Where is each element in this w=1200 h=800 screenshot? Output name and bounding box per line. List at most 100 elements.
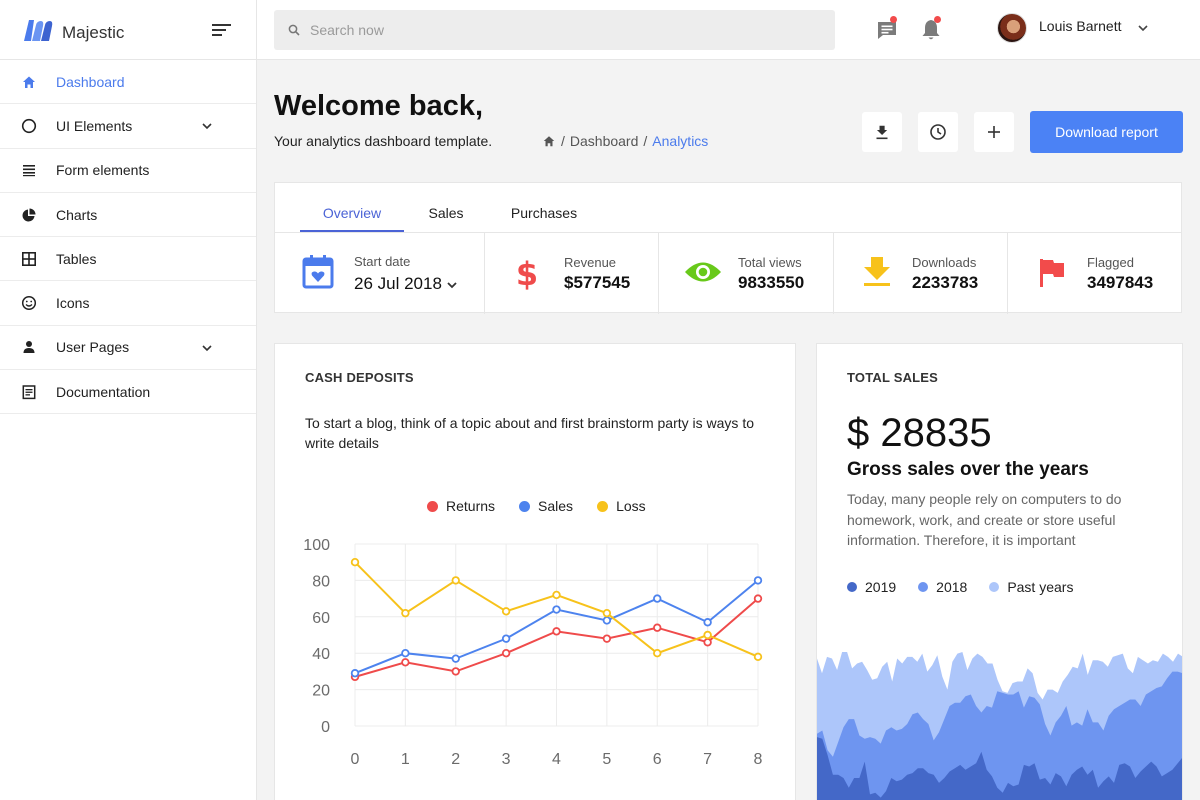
tab-sales[interactable]: Sales bbox=[404, 183, 488, 233]
legend-label: 2019 bbox=[865, 579, 897, 595]
sales-heading: Gross sales over the years bbox=[847, 459, 1089, 480]
home-icon bbox=[20, 73, 38, 91]
stat-flagged: Flagged 3497843 bbox=[1008, 233, 1181, 314]
tab-overview[interactable]: Overview bbox=[300, 183, 404, 233]
legend-label: Loss bbox=[616, 498, 646, 514]
plus-icon bbox=[988, 126, 1000, 138]
panel-title: TOTAL SALES bbox=[847, 370, 939, 385]
download-report-button[interactable]: Download report bbox=[1030, 111, 1183, 153]
data-point bbox=[451, 576, 460, 585]
legend-label: Returns bbox=[446, 498, 496, 514]
notifications-button[interactable] bbox=[917, 16, 945, 44]
y-tick-label: 100 bbox=[303, 537, 330, 554]
tab-purchases[interactable]: Purchases bbox=[488, 183, 600, 233]
area-chart-legend: 2019 2018 Past years bbox=[847, 579, 1097, 595]
data-point bbox=[552, 590, 561, 600]
x-tick-label: 6 bbox=[653, 751, 662, 768]
data-point bbox=[753, 652, 763, 662]
stat-downloads: Downloads 2233783 bbox=[834, 233, 1008, 314]
download-button[interactable] bbox=[862, 112, 902, 152]
legend-swatch bbox=[597, 500, 609, 512]
sidebar-item-dashboard[interactable]: Dashboard bbox=[0, 60, 256, 105]
sidebar-item-label: Form elements bbox=[56, 162, 150, 179]
data-point bbox=[350, 558, 360, 567]
breadcrumb-item[interactable]: Dashboard bbox=[570, 133, 639, 149]
user-name: Louis Barnett bbox=[1039, 18, 1122, 34]
tab-bar: Overview Sales Purchases bbox=[300, 183, 600, 233]
legend-item[interactable]: Past years bbox=[989, 579, 1073, 595]
dollar-icon: $ bbox=[516, 256, 538, 290]
add-button[interactable] bbox=[974, 112, 1014, 152]
menu-toggle-icon[interactable] bbox=[212, 22, 232, 38]
x-tick-label: 0 bbox=[351, 751, 360, 768]
breadcrumb: / Dashboard / Analytics bbox=[542, 133, 708, 149]
data-point bbox=[401, 608, 410, 618]
smiley-icon bbox=[20, 294, 38, 312]
topbar: Louis Barnett bbox=[257, 0, 1200, 60]
brand[interactable]: Majestic bbox=[0, 0, 256, 60]
data-point bbox=[653, 594, 662, 603]
sidebar-item-icons[interactable]: Icons bbox=[0, 281, 256, 326]
x-tick-label: 5 bbox=[602, 751, 611, 768]
sidebar-item-label: User Pages bbox=[56, 339, 130, 356]
history-button[interactable] bbox=[918, 112, 958, 152]
stat-label: Downloads bbox=[912, 255, 977, 270]
page-title: Welcome back, bbox=[274, 90, 484, 122]
legend-item[interactable]: 2019 bbox=[847, 579, 896, 595]
pie-chart-icon bbox=[20, 206, 38, 224]
cash-deposits-panel: CASH DEPOSITS To start a blog, think of … bbox=[274, 343, 796, 800]
download-icon bbox=[864, 257, 890, 286]
breadcrumb-separator: / bbox=[643, 133, 648, 149]
notification-dot bbox=[934, 16, 941, 23]
sidebar-item-tables[interactable]: Tables bbox=[0, 237, 256, 282]
sidebar-item-form-elements[interactable]: Form elements bbox=[0, 149, 256, 193]
legend-item[interactable]: 2018 bbox=[918, 579, 967, 595]
circle-icon bbox=[20, 117, 38, 135]
data-point bbox=[703, 630, 712, 640]
panel-description: To start a blog, think of a topic about … bbox=[305, 415, 754, 451]
legend-item[interactable]: Returns bbox=[427, 498, 495, 514]
calendar-icon bbox=[302, 255, 334, 289]
x-tick-label: 1 bbox=[401, 751, 410, 768]
breadcrumb-current[interactable]: Analytics bbox=[652, 133, 708, 149]
brand-name: Majestic bbox=[62, 22, 125, 42]
cash-deposits-line-chart: 0 20 40 60 80 100 0 1 2 3 4 5 6 7 8 bbox=[303, 537, 763, 768]
data-point bbox=[653, 648, 662, 658]
stat-value: 3497843 bbox=[1087, 273, 1154, 292]
legend-swatch bbox=[427, 500, 438, 512]
legend-item[interactable]: Sales bbox=[519, 498, 573, 514]
page-subtitle: Your analytics dashboard template. bbox=[274, 133, 493, 149]
chart-legend: Returns Sales Loss bbox=[427, 498, 670, 514]
start-date-value[interactable]: 26 Jul 2018 bbox=[354, 274, 442, 294]
search-input[interactable] bbox=[310, 22, 790, 38]
stats-row: Start date 26 Jul 2018 $ Revenue $577545… bbox=[275, 232, 1181, 314]
sidebar-item-ui-elements[interactable]: UI Elements bbox=[0, 104, 256, 149]
legend-swatch bbox=[519, 500, 531, 512]
data-point bbox=[753, 576, 763, 585]
user-menu[interactable]: Louis Barnett bbox=[997, 13, 1150, 43]
sidebar-item-label: Tables bbox=[56, 250, 97, 267]
sidebar-item-label: UI Elements bbox=[56, 117, 133, 134]
brand-logo-icon bbox=[24, 19, 53, 41]
messages-button[interactable] bbox=[874, 16, 902, 44]
stat-start-date[interactable]: Start date 26 Jul 2018 bbox=[275, 233, 485, 314]
data-point bbox=[501, 648, 511, 658]
x-tick-label: 3 bbox=[502, 751, 511, 768]
total-sales-panel: TOTAL SALES $ 28835 Gross sales over the… bbox=[816, 343, 1183, 800]
home-icon[interactable] bbox=[542, 134, 556, 148]
total-sales-area-chart bbox=[817, 652, 1182, 800]
chevron-down-icon bbox=[1137, 25, 1148, 32]
stat-revenue: $ Revenue $577545 bbox=[485, 233, 659, 314]
breadcrumb-separator: / bbox=[561, 133, 565, 149]
legend-item[interactable]: Loss bbox=[597, 498, 646, 514]
sidebar-item-label: Dashboard bbox=[56, 73, 125, 90]
sales-description: Today, many people rely on computers to … bbox=[847, 491, 1122, 548]
data-point bbox=[501, 607, 511, 616]
sidebar-item-user-pages[interactable]: User Pages bbox=[0, 326, 256, 371]
stat-label: Flagged bbox=[1087, 255, 1134, 270]
sidebar-item-charts[interactable]: Charts bbox=[0, 193, 256, 238]
eye-icon bbox=[685, 262, 721, 282]
search-icon bbox=[288, 24, 300, 36]
sidebar-item-documentation[interactable]: Documentation bbox=[0, 370, 256, 415]
search-bar[interactable] bbox=[274, 10, 835, 50]
